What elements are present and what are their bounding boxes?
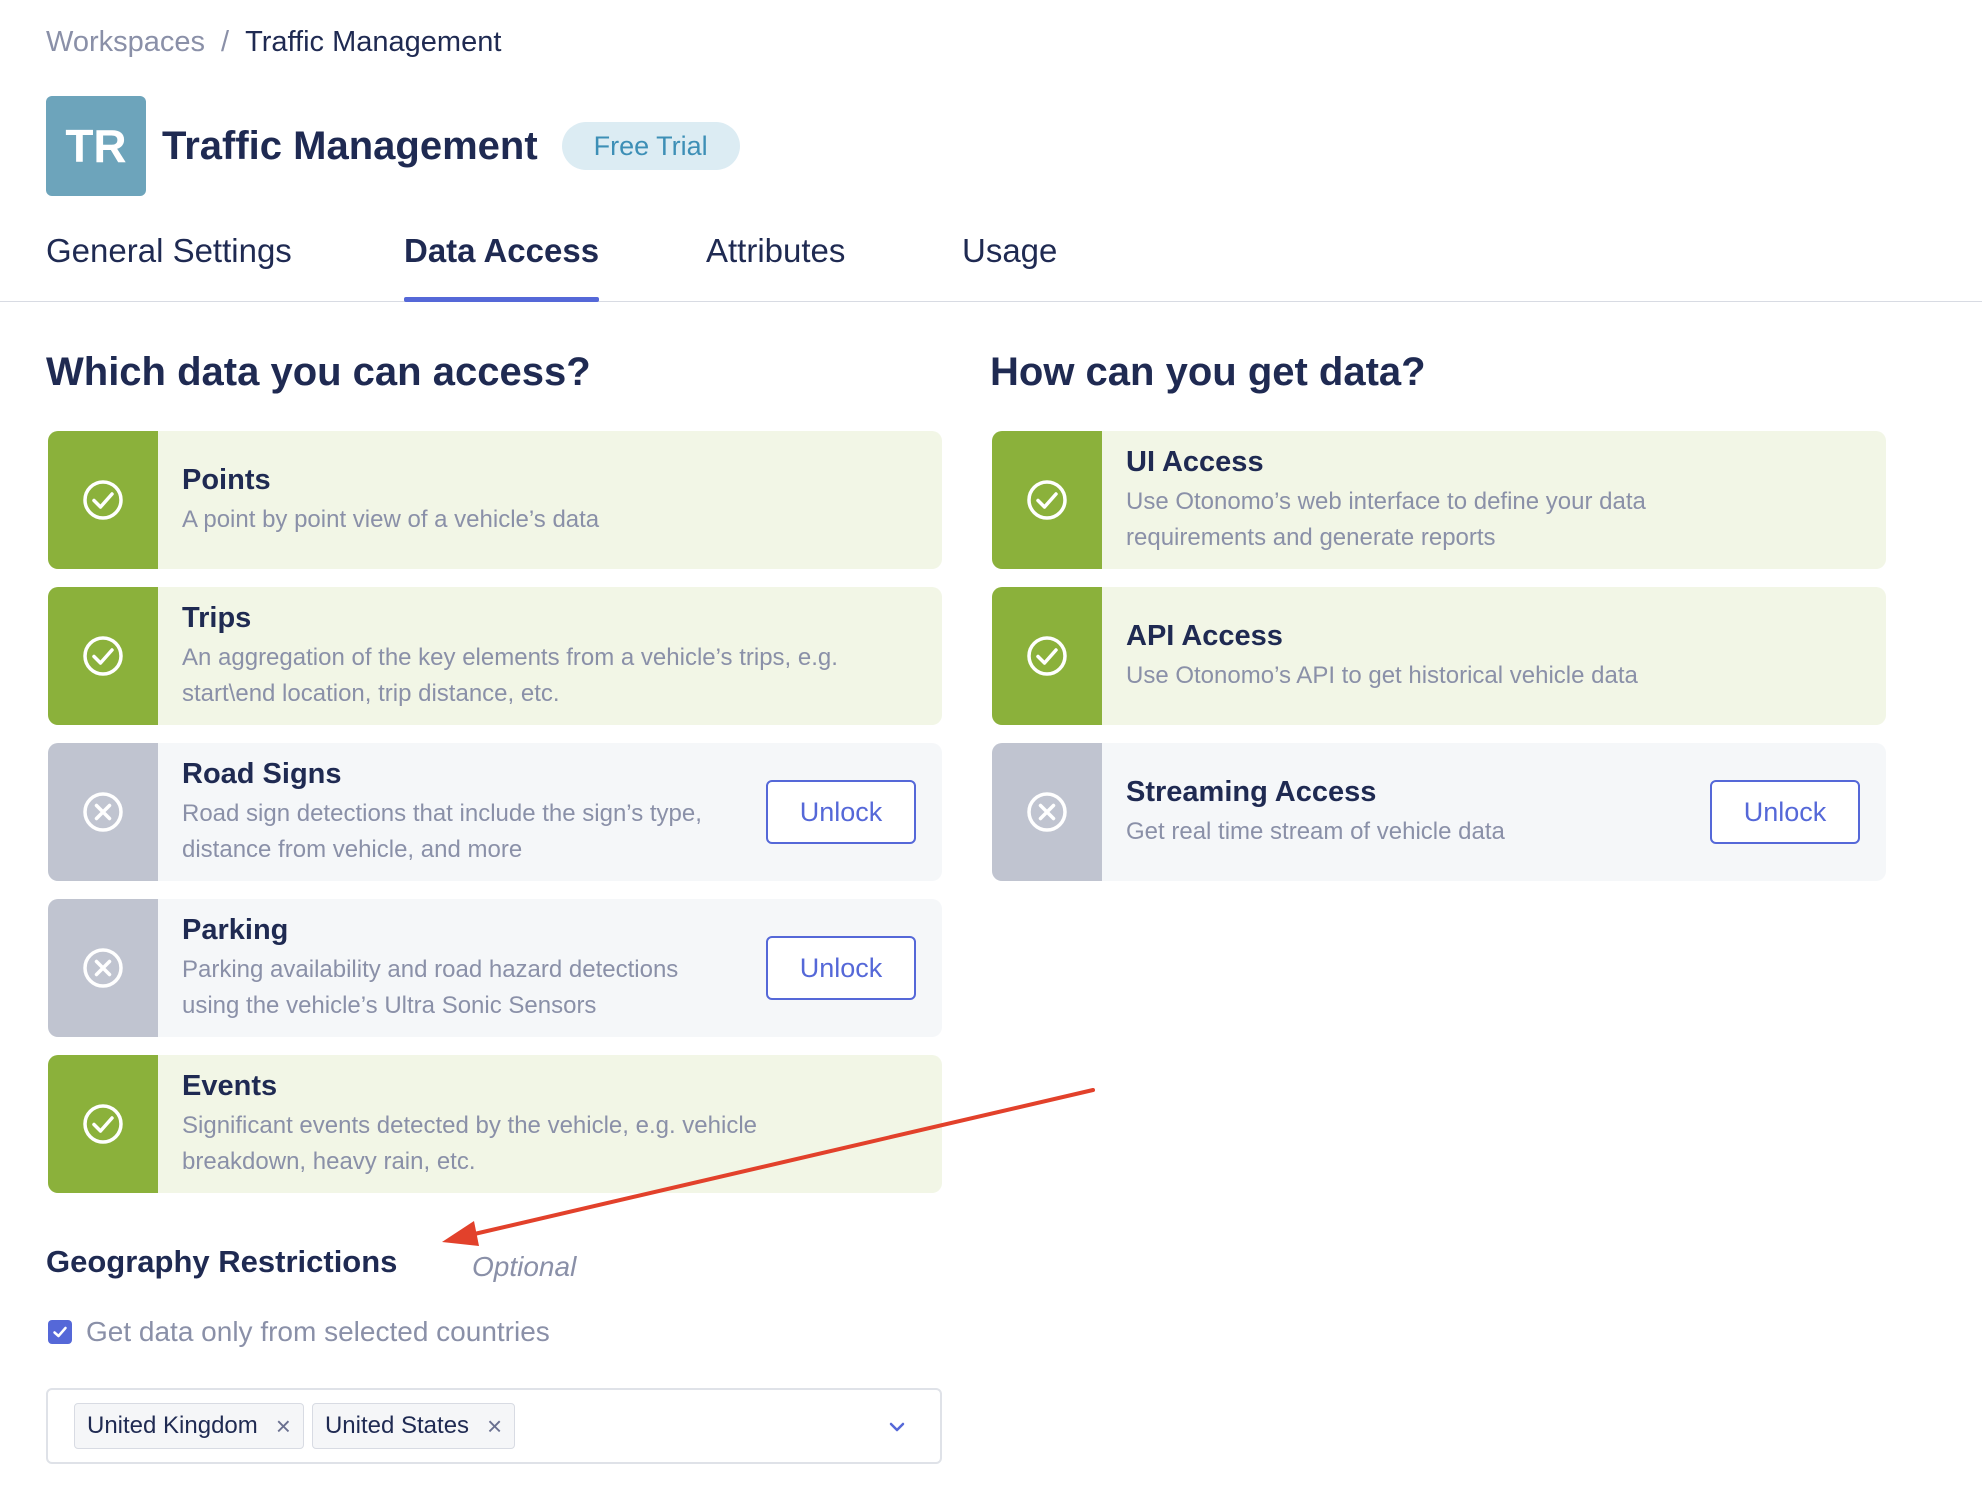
geography-title: Geography Restrictions [46,1244,398,1279]
countries-checkbox[interactable] [48,1320,72,1344]
access-card-streaming: Streaming Access Get real time stream of… [992,743,1886,881]
enabled-check-icon [48,1055,158,1193]
tab-attributes[interactable]: Attributes [706,232,845,302]
data-section-title: Which data you can access? [46,350,591,394]
unlock-road-signs-button[interactable]: Unlock [766,780,916,844]
card-title: Road Signs [182,758,342,790]
card-title: Streaming Access [1126,776,1377,808]
data-card-points: Points A point by point view of a vehicl… [48,431,942,569]
disabled-x-icon [48,743,158,881]
workspace-header: TR Traffic Management Free Trial [46,96,740,196]
checkmark-icon [53,1326,67,1338]
unlock-parking-button[interactable]: Unlock [766,936,916,1000]
data-card-trips: Trips An aggregation of the key elements… [48,587,942,725]
remove-icon[interactable]: × [276,1411,291,1442]
tab-usage[interactable]: Usage [962,232,1057,302]
unlock-streaming-button[interactable]: Unlock [1710,780,1860,844]
card-title: Points [182,464,271,496]
card-description: Parking availability and road hazard det… [182,956,679,1019]
access-card-ui: UI Access Use Otonomo’s web interface to… [992,431,1886,569]
optional-label: Optional [472,1251,577,1282]
remove-icon[interactable]: × [487,1411,502,1442]
card-description: Use Otonomo’s API to get historical vehi… [1126,662,1638,689]
access-card-api: API Access Use Otonomo’s API to get hist… [992,587,1886,725]
chevron-down-icon[interactable] [886,1416,908,1438]
enabled-check-icon [992,587,1102,725]
disabled-x-icon [48,899,158,1037]
enabled-check-icon [992,431,1102,569]
country-chip: United Kingdom × [74,1403,304,1449]
card-description: Significant events detected by the vehic… [182,1112,758,1175]
chip-label: United Kingdom [87,1412,258,1439]
enabled-check-icon [48,587,158,725]
card-title: Trips [182,602,252,634]
disabled-x-icon [992,743,1102,881]
countries-checkbox-row[interactable]: Get data only from selected countries [48,1316,550,1348]
country-multiselect[interactable]: United Kingdom × United States × [46,1388,942,1464]
tab-bar: General Settings Data Access Attributes … [0,226,1982,302]
tab-data-access[interactable]: Data Access [404,232,600,302]
card-description: Use Otonomo’s web interface to define yo… [1126,488,1646,551]
breadcrumb-workspaces-link[interactable]: Workspaces [46,24,205,60]
page-title: Traffic Management [162,123,538,168]
checkbox-label: Get data only from selected countries [86,1316,550,1347]
card-title: API Access [1126,620,1283,652]
tab-general-settings[interactable]: General Settings [46,232,292,302]
breadcrumb: Workspaces / Traffic Management [46,24,501,60]
access-section-title: How can you get data? [990,350,1426,394]
workspace-avatar: TR [46,96,146,196]
data-card-events: Events Significant events detected by th… [48,1055,942,1193]
country-chip: United States × [311,1403,516,1449]
enabled-check-icon [48,431,158,569]
card-title: Events [182,1070,278,1102]
card-title: UI Access [1126,446,1264,478]
breadcrumb-current: Traffic Management [245,26,502,58]
data-card-road-signs: Road Signs Road sign detections that inc… [48,743,942,881]
card-title: Parking [182,914,289,946]
chip-label: United States [324,1412,470,1439]
card-description: An aggregation of the key elements from … [182,644,838,707]
card-description: A point by point view of a vehicle’s dat… [182,506,600,533]
breadcrumb-separator: / [221,26,230,58]
plan-badge: Free Trial [561,122,740,170]
card-description: Get real time stream of vehicle data [1126,818,1505,845]
card-description: Road sign detections that include the si… [182,800,702,863]
data-card-parking: Parking Parking availability and road ha… [48,899,942,1037]
